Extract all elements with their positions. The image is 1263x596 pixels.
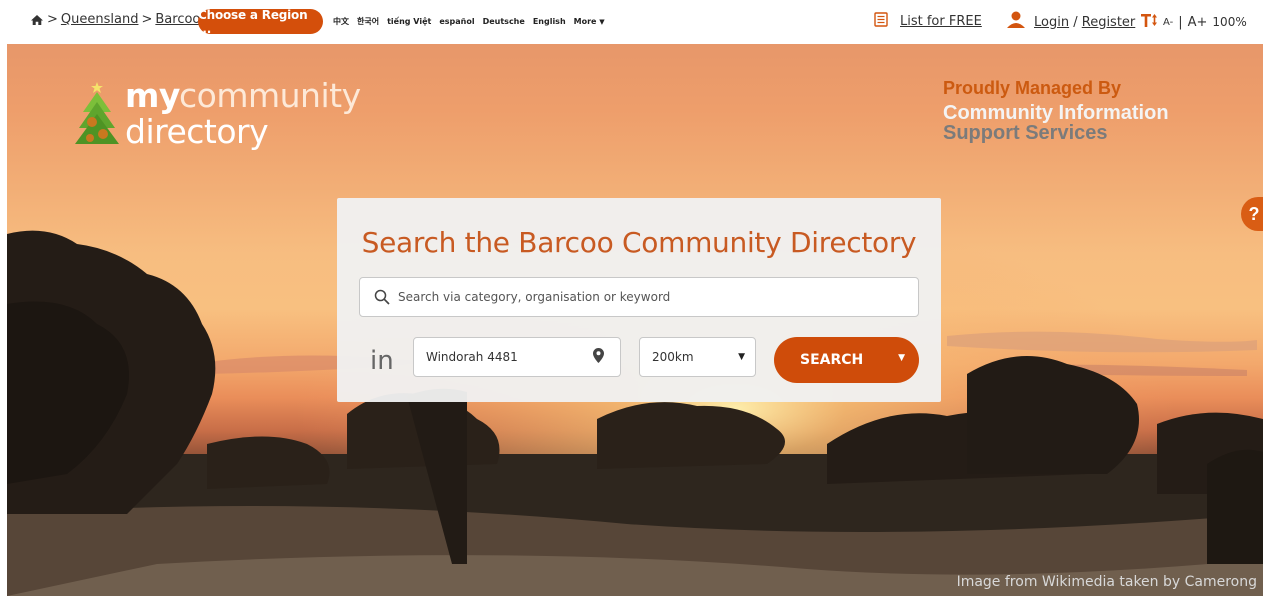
search-button[interactable]: SEARCH ▼ <box>774 337 919 383</box>
caret-down-icon: ▼ <box>738 352 745 362</box>
increase-font-button[interactable]: A+ <box>1188 15 1208 30</box>
language-vietnamese-link[interactable]: tiếng Việt <box>387 17 431 26</box>
language-selector: 中文 한국어 tiếng Việt español Deutsche Engli… <box>333 16 605 27</box>
caret-down-icon[interactable]: ▼ <box>898 353 905 363</box>
logo-community-text: community <box>179 76 361 115</box>
christmas-tree-icon <box>75 82 119 151</box>
breadcrumb: > Queensland > Barcoo <box>30 12 200 27</box>
mycommunity-directory-logo[interactable]: my community directory <box>75 74 361 154</box>
user-icon <box>1006 11 1026 33</box>
text-size-icon <box>1140 12 1158 32</box>
search-panel: Search the Barcoo Community Directory in… <box>337 198 941 402</box>
location-input[interactable]: Windorah 4481 <box>413 337 621 377</box>
language-english-link[interactable]: English <box>533 17 566 26</box>
breadcrumb-separator: > <box>47 12 58 27</box>
language-korean-link[interactable]: 한국어 <box>357 16 379 27</box>
breadcrumb-separator: > <box>141 12 153 27</box>
search-button-label: SEARCH <box>800 352 864 368</box>
in-label: in <box>370 346 394 376</box>
hero-banner: my community directory Proudly Managed B… <box>7 44 1263 596</box>
more-languages-dropdown[interactable]: More ▼ <box>574 17 605 26</box>
font-control-separator: | <box>1178 14 1183 30</box>
font-zoom-level: 100% <box>1212 15 1247 29</box>
language-spanish-link[interactable]: español <box>439 17 474 26</box>
font-size-controls: A- | A+ 100% <box>1140 12 1247 32</box>
register-link[interactable]: Register <box>1082 15 1136 30</box>
managed-by-org-line2[interactable]: Support Services <box>943 123 1169 143</box>
map-pin-icon <box>593 348 604 366</box>
logo-my-text: my <box>125 76 180 115</box>
decrease-font-button[interactable]: A- <box>1163 17 1173 28</box>
distance-value: 200km <box>652 350 694 364</box>
managed-by-org-line1[interactable]: Community Information <box>943 103 1169 123</box>
image-credit: Image from Wikimedia taken by Camerong <box>956 574 1257 590</box>
more-languages-label: More <box>573 17 597 26</box>
list-for-free[interactable]: List for FREE <box>874 12 982 31</box>
language-german-link[interactable]: Deutsche <box>483 17 525 26</box>
language-chinese-link[interactable]: 中文 <box>333 16 349 27</box>
search-icon <box>374 289 390 305</box>
login-separator: / <box>1073 14 1078 30</box>
breadcrumb-barcoo-link[interactable]: Barcoo <box>155 12 200 27</box>
list-icon <box>874 12 888 31</box>
breadcrumb-queensland-link[interactable]: Queensland <box>61 12 139 27</box>
managed-by-label: Proudly Managed By <box>943 78 1122 98</box>
search-input[interactable] <box>398 290 898 304</box>
list-for-free-link[interactable]: List for FREE <box>900 14 982 29</box>
distance-select[interactable]: 200km ▼ <box>639 337 756 377</box>
search-title: Search the Barcoo Community Directory <box>361 226 917 259</box>
login-link[interactable]: Login <box>1034 15 1069 30</box>
logo-directory-text: directory <box>125 112 269 151</box>
top-bar: > Queensland > Barcoo Choose a Region ..… <box>0 0 1263 44</box>
search-field[interactable] <box>359 277 919 317</box>
choose-region-button[interactable]: Choose a Region ... <box>198 8 323 36</box>
login-register: Login / Register <box>1006 11 1135 33</box>
home-icon[interactable] <box>30 14 44 26</box>
managed-by-block: Proudly Managed By Community Information… <box>943 78 1169 143</box>
location-value: Windorah 4481 <box>426 350 518 364</box>
caret-down-icon: ▼ <box>599 18 605 26</box>
